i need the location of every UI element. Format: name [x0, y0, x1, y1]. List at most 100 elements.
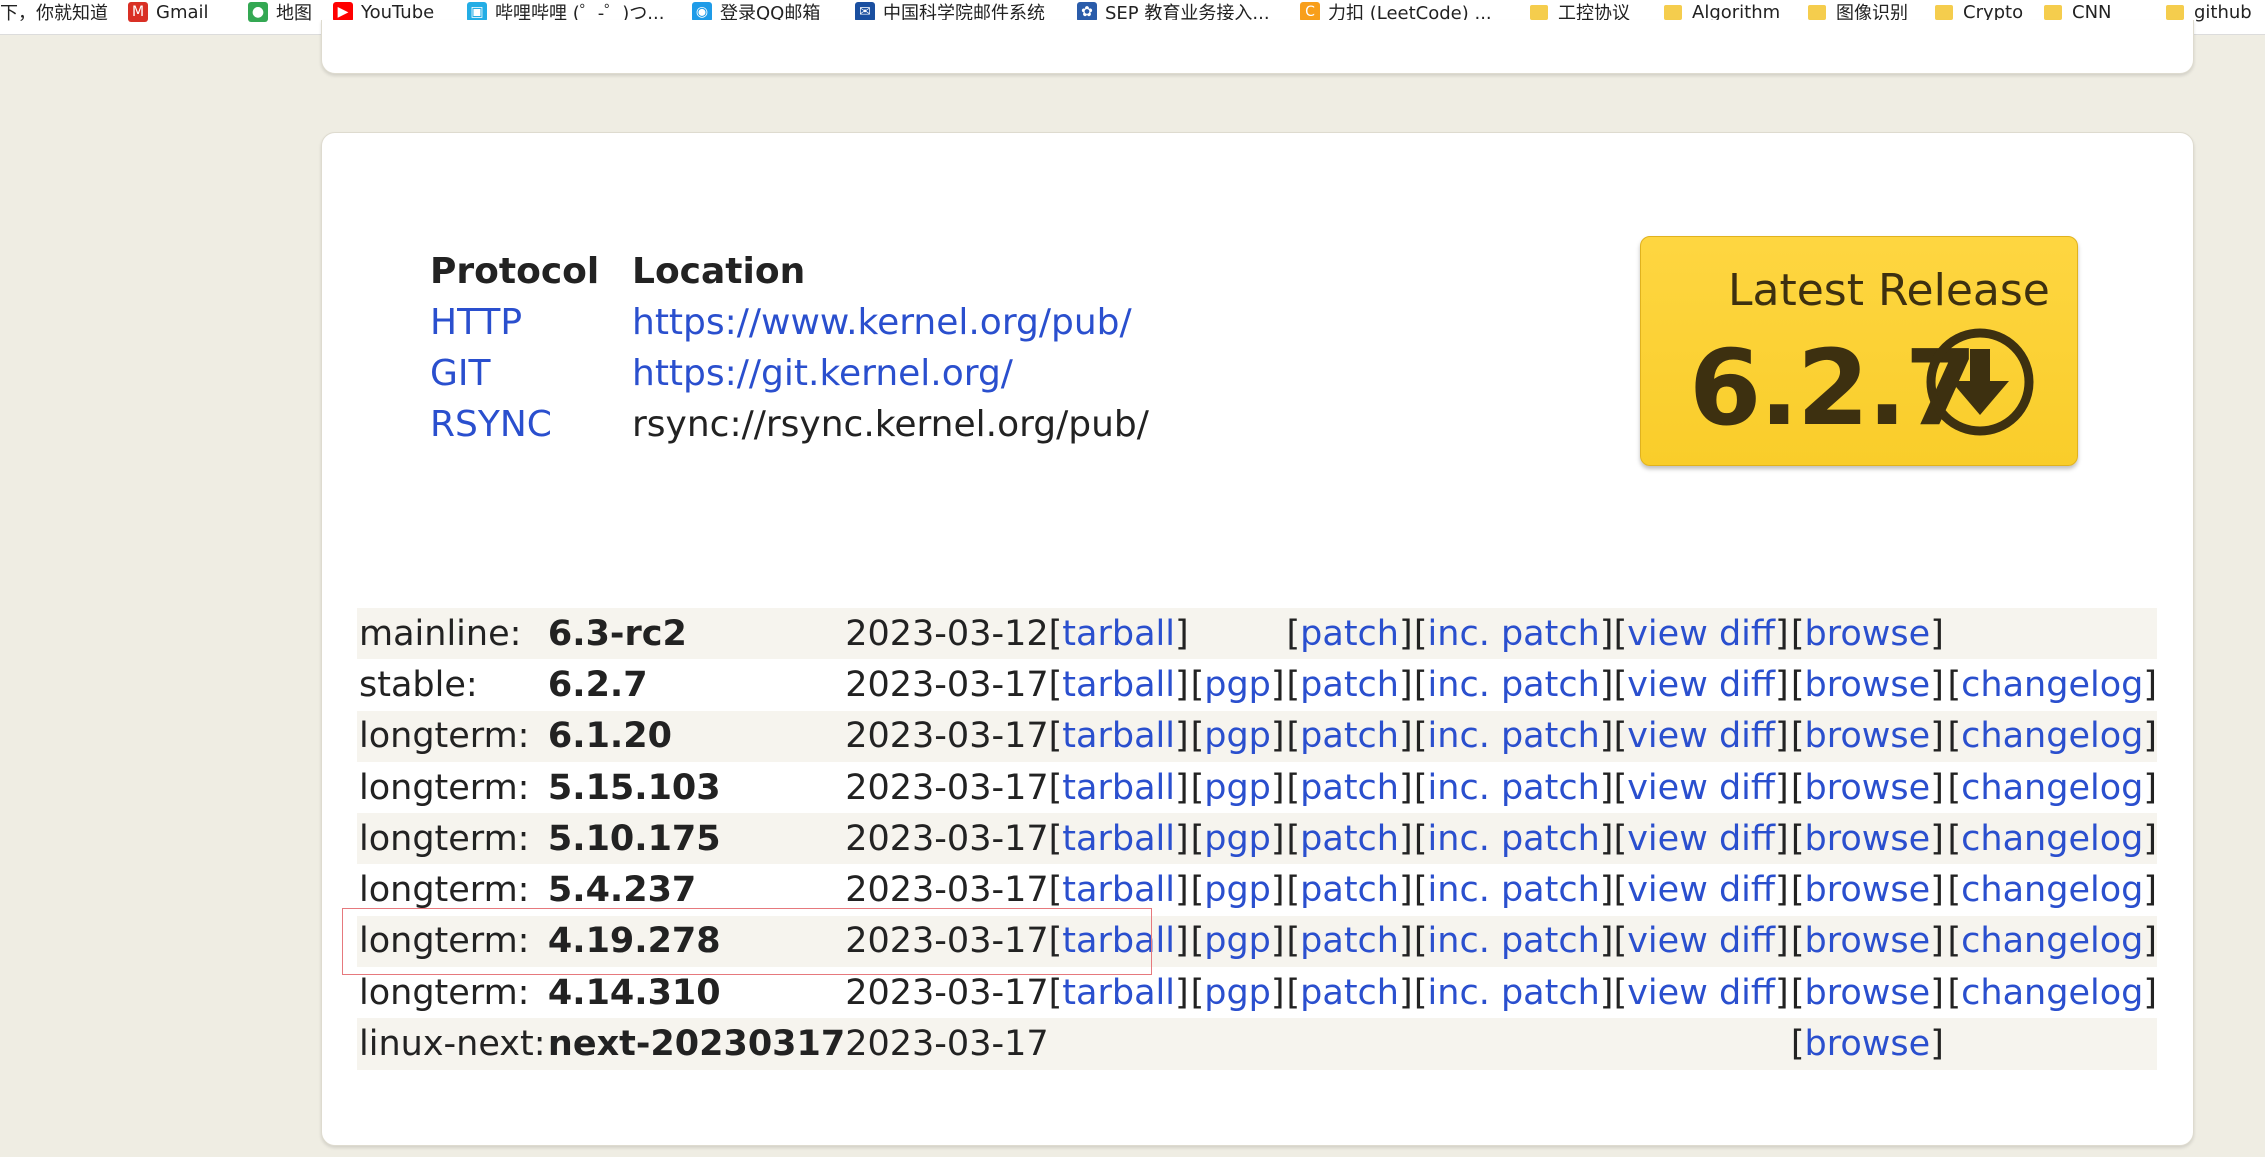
- browse-link[interactable]: browse: [1805, 1024, 1931, 1064]
- tarball-link[interactable]: tarball: [1062, 870, 1175, 910]
- release-version: next-20230317: [547, 1024, 846, 1065]
- browse-link[interactable]: browse: [1805, 870, 1931, 910]
- view-diff-link[interactable]: view diff: [1627, 973, 1775, 1013]
- bookmark-item[interactable]: 下，你就知道: [0, 0, 108, 24]
- browse-link[interactable]: browse: [1805, 768, 1931, 808]
- patch-link[interactable]: patch: [1300, 921, 1399, 961]
- folder-icon: [1530, 4, 1548, 20]
- changelog-link[interactable]: changelog: [1961, 768, 2143, 808]
- changelog-link[interactable]: changelog: [1961, 973, 2143, 1013]
- view-diff-link[interactable]: view diff: [1627, 768, 1775, 808]
- leetcode-icon: C: [1300, 2, 1320, 22]
- view-diff-link[interactable]: view diff: [1627, 870, 1775, 910]
- folder-icon: [2166, 4, 2184, 20]
- changelog-link[interactable]: changelog: [1961, 819, 2143, 859]
- changelog-link[interactable]: changelog: [1961, 716, 2143, 756]
- tarball-link[interactable]: tarball: [1062, 921, 1175, 961]
- inc-patch-link[interactable]: inc. patch: [1428, 768, 1600, 808]
- release-date: 2023-03-17: [845, 921, 1049, 962]
- tarball-link[interactable]: tarball: [1062, 973, 1175, 1013]
- browse-link[interactable]: browse: [1805, 665, 1931, 705]
- protocol-rsync-link[interactable]: RSYNC: [430, 404, 552, 445]
- protocol-git-link[interactable]: GIT: [430, 353, 491, 394]
- patch-link[interactable]: patch: [1300, 768, 1399, 808]
- browse-link[interactable]: browse: [1805, 716, 1931, 756]
- patch-link[interactable]: patch: [1300, 716, 1399, 756]
- protocol-row-http: HTTP https://www.kernel.org/pub/: [430, 297, 1149, 348]
- release-version: 4.14.310: [547, 972, 721, 1013]
- tarball-link[interactable]: tarball: [1062, 665, 1175, 705]
- view-diff-link[interactable]: view diff: [1627, 716, 1775, 756]
- location-http-link[interactable]: https://www.kernel.org/pub/: [632, 302, 1132, 343]
- top-card: [321, 20, 2194, 74]
- patch-link[interactable]: patch: [1300, 665, 1399, 705]
- qq-mail-icon: ◉: [692, 2, 712, 22]
- pgp-link[interactable]: pgp: [1204, 768, 1271, 808]
- release-version: 6.1.20: [547, 716, 672, 757]
- download-arrow-icon: [1926, 328, 2034, 436]
- folder-icon: [1935, 4, 1953, 20]
- release-row: longterm: 5.10.175 2023-03-17 [tarball] [pgp…: [357, 813, 2157, 865]
- view-diff-link[interactable]: view diff: [1627, 921, 1775, 961]
- tarball-link[interactable]: tarball: [1062, 819, 1175, 859]
- pgp-link[interactable]: pgp: [1204, 870, 1271, 910]
- maps-pin-icon: ●: [248, 2, 268, 22]
- patch-link[interactable]: patch: [1300, 870, 1399, 910]
- inc-patch-link[interactable]: inc. patch: [1428, 819, 1600, 859]
- browse-link[interactable]: browse: [1805, 614, 1931, 654]
- sep-icon: ✿: [1077, 2, 1097, 22]
- release-kind: longterm:: [359, 818, 530, 859]
- patch-link[interactable]: patch: [1300, 973, 1399, 1013]
- release-row: longterm: 6.1.20 2023-03-17 [tarball] [pgp][…: [357, 710, 2157, 762]
- inc-patch-link[interactable]: inc. patch: [1428, 614, 1600, 654]
- pgp-link[interactable]: pgp: [1204, 973, 1271, 1013]
- location-git-link[interactable]: https://git.kernel.org/: [632, 353, 1013, 394]
- inc-patch-link[interactable]: inc. patch: [1428, 921, 1600, 961]
- mail-icon: ✉: [855, 2, 875, 22]
- release-kind: longterm:: [359, 921, 530, 962]
- release-version: 6.3-rc2: [547, 613, 687, 654]
- release-kind: longterm:: [359, 767, 530, 808]
- latest-release-button[interactable]: Latest Release 6.2.7: [1640, 236, 2078, 466]
- pgp-link[interactable]: pgp: [1204, 716, 1271, 756]
- patch-link[interactable]: patch: [1300, 819, 1399, 859]
- protocol-header-row: Protocol Location: [430, 246, 1149, 297]
- release-row: longterm: 5.4.237 2023-03-17 [tarball] [pgp]…: [357, 864, 2157, 916]
- release-kind: stable:: [359, 664, 478, 705]
- changelog-link[interactable]: changelog: [1961, 870, 2143, 910]
- view-diff-link[interactable]: view diff: [1627, 819, 1775, 859]
- inc-patch-link[interactable]: inc. patch: [1428, 665, 1600, 705]
- bookmark-item[interactable]: ● 地图: [248, 0, 312, 24]
- tarball-link[interactable]: tarball: [1062, 614, 1175, 654]
- bookmark-item[interactable]: M Gmail: [128, 0, 209, 24]
- tarball-link[interactable]: tarball: [1062, 716, 1175, 756]
- protocol-http-link[interactable]: HTTP: [430, 302, 522, 343]
- protocol-row-git: GIT https://git.kernel.org/: [430, 348, 1149, 399]
- pgp-link[interactable]: pgp: [1204, 921, 1271, 961]
- release-version: 5.10.175: [547, 818, 721, 859]
- browse-link[interactable]: browse: [1805, 973, 1931, 1013]
- release-kind: longterm:: [359, 716, 530, 757]
- release-date: 2023-03-17: [845, 716, 1049, 757]
- location-rsync-text: rsync://rsync.kernel.org/pub/: [632, 404, 1149, 445]
- view-diff-link[interactable]: view diff: [1627, 614, 1775, 654]
- browse-link[interactable]: browse: [1805, 921, 1931, 961]
- release-row: stable: 6.2.7 2023-03-17 [tarball] [pgp] [pat…: [357, 659, 2157, 711]
- view-diff-link[interactable]: view diff: [1627, 665, 1775, 705]
- inc-patch-link[interactable]: inc. patch: [1428, 973, 1600, 1013]
- release-row: longterm: 4.14.310 2023-03-17 [tarball] [pgp…: [357, 967, 2157, 1019]
- pgp-link[interactable]: pgp: [1204, 819, 1271, 859]
- release-row: longterm: 5.15.103 2023-03-17 [tarball] [pgp…: [357, 761, 2157, 814]
- changelog-link[interactable]: changelog: [1961, 921, 2143, 961]
- bilibili-icon: ▣: [467, 2, 487, 22]
- inc-patch-link[interactable]: inc. patch: [1428, 716, 1600, 756]
- pgp-link[interactable]: pgp: [1204, 665, 1271, 705]
- latest-release-title: Latest Release: [1728, 265, 2050, 316]
- patch-link[interactable]: patch: [1300, 614, 1399, 654]
- changelog-link[interactable]: changelog: [1961, 665, 2143, 705]
- inc-patch-link[interactable]: inc. patch: [1428, 870, 1600, 910]
- browse-link[interactable]: browse: [1805, 819, 1931, 859]
- folder-icon: [2044, 4, 2062, 20]
- tarball-link[interactable]: tarball: [1062, 768, 1175, 808]
- release-kind: linux-next:: [359, 1024, 546, 1065]
